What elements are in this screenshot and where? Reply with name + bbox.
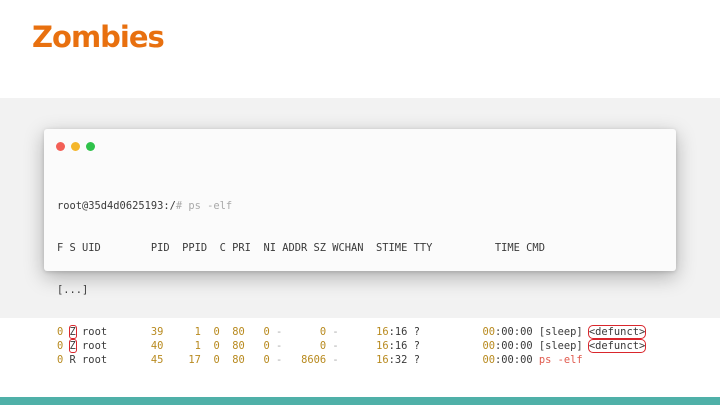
cell-uid: root [75,354,120,366]
maximize-icon[interactable] [86,142,95,151]
cell-sz: 0 [282,340,327,352]
prompt-command: # ps -elf [175,200,233,212]
ps-header: F S UID PID PPID C PRI NI ADDR SZ WCHAN … [57,242,545,254]
close-icon[interactable] [56,142,65,151]
cell-cmd: [sleep] [538,340,583,352]
cell-c: 0 [200,340,220,352]
bottom-accent-bar [0,397,720,405]
cell-addr: - [269,354,283,366]
cell-ppid: 17 [163,354,201,366]
cell-c: 0 [200,354,220,366]
terminal-window: root@35d4d0625193:/# ps -elf F S UID PID… [44,129,676,366]
cell-wchan: - [326,326,339,338]
cell-stime-hour: 16 [376,340,389,352]
cell-stime-min: :32 [388,354,414,366]
cell-defunct: <defunct> [587,339,647,353]
cell-stime-hour: 16 [376,326,389,338]
cell-space [583,340,589,352]
prompt-user: root@35d4d0625193:/ [57,200,176,212]
cell-space [339,326,377,338]
cell-time-hour: 00 [482,326,496,338]
cell-wchan: - [326,354,339,366]
cell-space [583,326,589,338]
cell-ppid: 1 [163,326,201,338]
slide-title: Zombies [32,20,165,54]
cell-space [420,354,483,366]
cell-wchan: - [326,340,339,352]
cell-space [339,354,377,366]
cell-stime-min: :16 [388,326,414,338]
prompt-line: root@35d4d0625193:/# ps -elf [57,199,645,213]
table-row: 0 Z root 39 1 0 80 0 - 0 - 16:16 ? 00:00… [57,325,647,339]
cell-stime-min: :16 [388,340,414,352]
cell-space [339,340,377,352]
terminal-output: root@35d4d0625193:/# ps -elf F S UID PID… [57,171,647,395]
cell-uid: root [75,326,120,338]
cell-time-rest: :00:00 [495,326,539,338]
cell-pid: 40 [119,340,164,352]
cell-c: 0 [200,326,220,338]
cell-space [63,340,69,352]
cell-pri: 80 [219,354,245,366]
cell-space [420,326,483,338]
minimize-icon[interactable] [71,142,80,151]
cell-pri: 80 [219,326,245,338]
cell-ppid: 1 [163,340,201,352]
cell-cmd: [sleep] [538,326,583,338]
cell-time-rest: :00:00 [495,340,539,352]
cell-space [63,326,69,338]
cell-sz: 0 [282,326,327,338]
ellipsis-line: [...] [57,284,89,296]
cell-stime-hour: 16 [376,354,389,366]
cell-uid: root [75,340,120,352]
cell-cmd: ps -elf [538,354,583,366]
cell-pid: 39 [119,326,164,338]
cell-space [420,340,483,352]
cell-ni: 0 [244,354,270,366]
process-list: 0 Z root 39 1 0 80 0 - 0 - 16:16 ? 00:00… [57,325,647,367]
cell-pri: 80 [219,340,245,352]
cell-addr: - [269,326,283,338]
cell-ni: 0 [244,340,270,352]
cell-sz: 8606 [282,354,327,366]
cell-ni: 0 [244,326,270,338]
cell-pid: 45 [119,354,164,366]
cell-time-hour: 00 [482,354,496,366]
cell-time-rest: :00:00 [495,354,539,366]
table-row: 0 Z root 40 1 0 80 0 - 0 - 16:16 ? 00:00… [57,339,647,353]
cell-defunct: <defunct> [587,325,647,339]
cell-addr: - [269,340,283,352]
cell-time-hour: 00 [482,340,496,352]
table-row: 0 R root 45 17 0 80 0 - 8606 - 16:32 ? 0… [57,353,645,367]
